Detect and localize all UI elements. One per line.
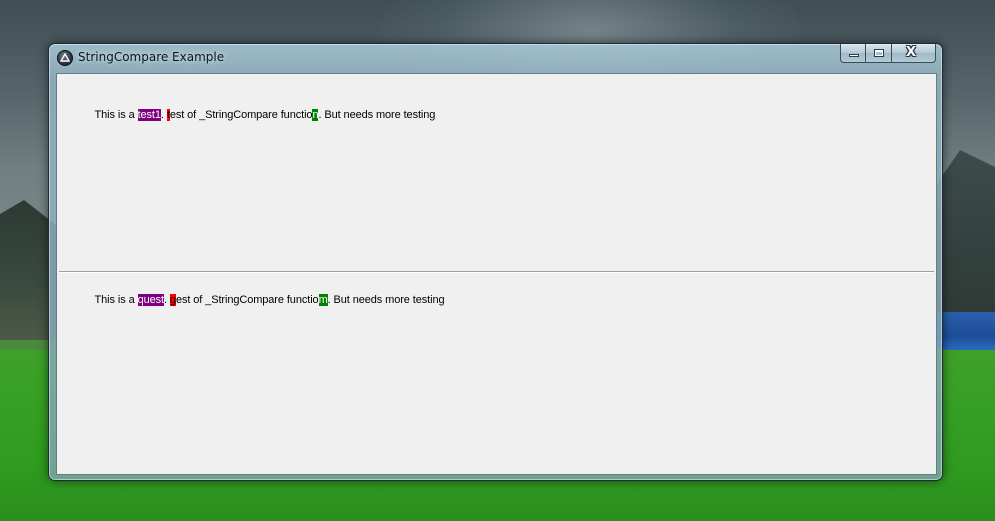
client-area: This is a test1. test of _StringCompare …: [56, 73, 937, 475]
segment-text: .: [160, 109, 167, 121]
segment-text: est of _StringCompare functio: [175, 294, 319, 306]
segment-text: This is a: [94, 294, 138, 306]
segment-text: . But needs more testing: [318, 109, 436, 121]
minimize-icon: [849, 54, 859, 57]
separator: [59, 271, 934, 273]
maximize-icon: [874, 49, 884, 57]
app-window: StringCompare Example X This is a test1.…: [48, 43, 943, 481]
autoit-logo-glyph: [60, 53, 70, 62]
segment-text: . But needs more testing: [327, 294, 445, 306]
highlight-diff-char: m: [318, 294, 328, 306]
title-bar[interactable]: StringCompare Example X: [49, 44, 942, 72]
compare-line-1: This is a test1. test of _StringCompare …: [77, 94, 435, 136]
desktop-lake: [935, 312, 995, 352]
minimize-button[interactable]: [840, 44, 866, 63]
close-button[interactable]: X: [892, 44, 936, 63]
segment-text: est of _StringCompare functio: [169, 109, 313, 121]
caption-buttons: X: [840, 44, 936, 63]
maximize-button[interactable]: [866, 44, 892, 63]
compare-line-2: This is a quest. gest of _StringCompare …: [77, 279, 445, 321]
close-icon: X: [906, 45, 917, 60]
highlight-diff-word: test1: [137, 109, 161, 121]
highlight-diff-word: quest: [137, 294, 164, 306]
segment-text: This is a: [94, 109, 138, 121]
window-title: StringCompare Example: [78, 50, 225, 64]
autoit-logo-icon[interactable]: [57, 50, 73, 66]
